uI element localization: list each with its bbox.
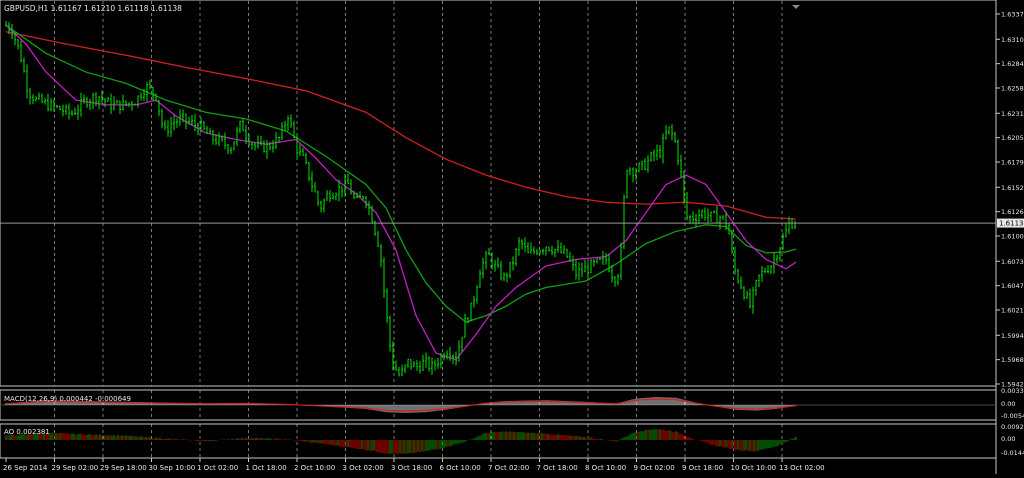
time-tick-label: 9 Oct 18:00 [682,464,723,472]
time-tick-label: 30 Sep 10:00 [149,464,196,472]
ao-tick-label: -0.01449 [1001,449,1024,457]
time-tick-label: 8 Oct 10:00 [585,464,626,472]
ao-panel[interactable] [0,423,997,459]
price-tick-label: 1.61000 [1001,233,1024,241]
price-axis: 1.63370 1.63100 1.62845 1.62580 1.62310 1.620… [996,11,1024,389]
time-tick-label: 7 Oct 18:00 [537,464,578,472]
price-tick-label: 1.59680 [1001,356,1024,364]
price-panel[interactable] [0,0,997,387]
time-tick-label: 29 Sep 18:00 [100,464,147,472]
macd-label: MACD(12,26,9) 0.000442 -0.000649 [4,395,131,403]
price-tick-label: 1.60210 [1001,307,1024,315]
ao-tick-label: 0.00 [1001,435,1015,443]
price-tick-label: 1.59945 [1001,332,1024,340]
chart-symbol-label: GBPUSD,H1 1.61167 1.61210 1.61118 1.6113… [4,4,182,13]
macd-tick-label: 0.00 [1001,400,1015,408]
price-tick-label: 1.62055 [1001,134,1024,142]
price-tick-label: 1.63100 [1001,36,1024,44]
price-tick-label: 1.63370 [1001,11,1024,19]
macd-tick-label: 0.00338 [1001,387,1024,395]
time-axis: 26 Sep 2014 29 Sep 02:00 29 Sep 18:00 30 Se… [3,458,825,472]
time-tick-label: 7 Oct 02:00 [488,464,529,472]
chart-window[interactable]: 1.63370 1.63100 1.62845 1.62580 1.62310 1.620… [0,0,1024,474]
time-tick-label: 13 Oct 02:00 [779,464,825,472]
time-tick-label: 2 Oct 10:00 [294,464,335,472]
macd-tick-label: -0.00546 [1001,412,1024,420]
time-tick-label: 1 Oct 02:00 [197,464,238,472]
time-tick-label: 3 Oct 02:00 [343,464,384,472]
ao-axis: 0.00924 0.00 -0.01449 [1001,423,1024,457]
time-tick-label: 1 Oct 18:00 [246,464,287,472]
time-tick-label: 26 Sep 2014 [3,464,48,472]
price-tick-label: 1.60470 [1001,282,1024,290]
time-tick-label: 6 Oct 10:00 [440,464,481,472]
time-tick-label: 9 Oct 02:00 [634,464,675,472]
price-tick-label: 1.60735 [1001,258,1024,266]
price-tick-label: 1.62310 [1001,110,1024,118]
price-tick-label: 1.61525 [1001,184,1024,192]
ao-label: AO 0.002381 [4,428,50,436]
price-tick-label: 1.61790 [1001,159,1024,167]
current-price-marker: 1.61138 [997,218,1024,228]
chart-canvas[interactable]: 1.63370 1.63100 1.62845 1.62580 1.62310 1.620… [0,0,1024,474]
price-tick-label: 1.62845 [1001,60,1024,68]
time-tick-label: 3 Oct 18:00 [391,464,432,472]
price-tick-label: 1.61265 [1001,208,1024,216]
price-tick-label: 1.62580 [1001,85,1024,93]
time-tick-label: 10 Oct 10:00 [731,464,777,472]
current-price-label: 1.61138 [999,220,1024,228]
macd-axis: 0.00338 0.00 -0.00546 [1001,387,1024,420]
ao-tick-label: 0.00924 [1001,423,1024,431]
time-tick-label: 29 Sep 02:00 [52,464,99,472]
